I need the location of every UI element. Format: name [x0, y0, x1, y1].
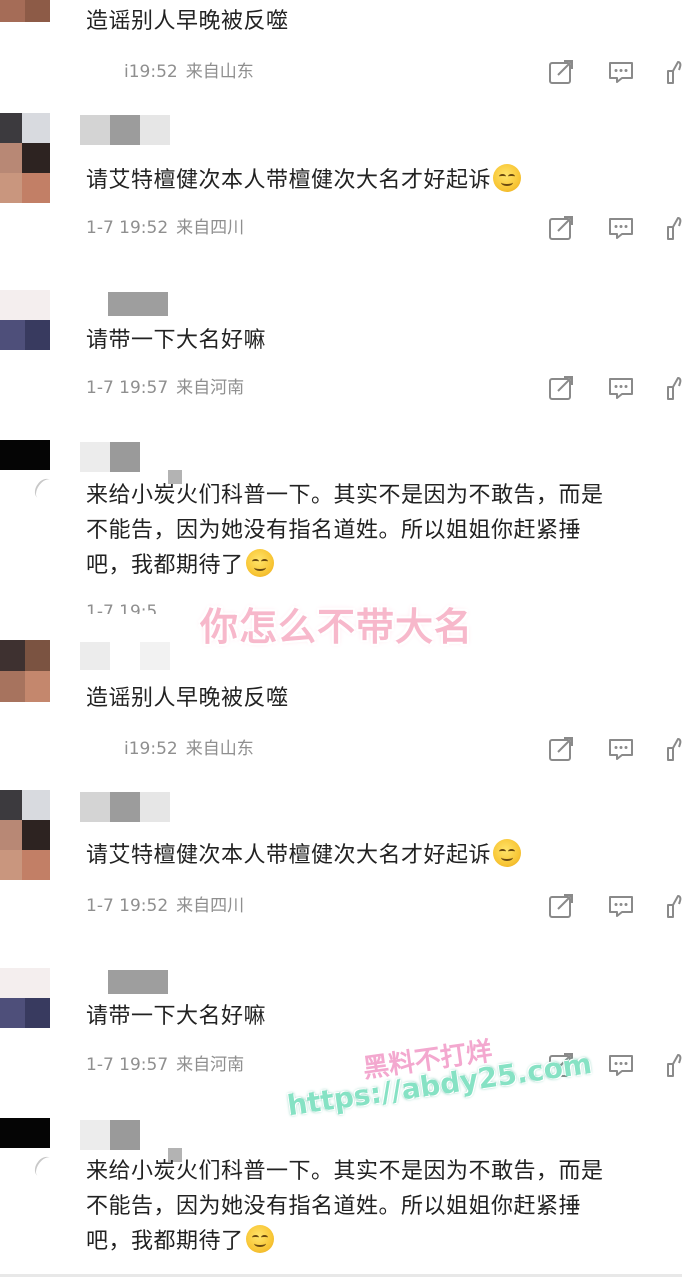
avatar[interactable]	[0, 113, 50, 203]
like-icon[interactable]	[666, 1052, 682, 1078]
comment-time: 1-7 19:57	[86, 378, 169, 398]
like-icon[interactable]	[666, 375, 682, 401]
smile-emoji-icon	[493, 164, 522, 192]
comment-meta: 1-7 19:57 来自河南	[86, 376, 252, 400]
weibo-comment-screen: { "comments": [ {"text_lines": ["造谣别人早晚被…	[0, 0, 682, 1280]
username-blurred[interactable]	[80, 792, 170, 822]
comment-time: 1-7 19:52	[86, 218, 169, 238]
comment-location: 来自山东	[185, 62, 254, 82]
comment-time: i19:52	[124, 739, 178, 759]
avatar[interactable]	[0, 640, 50, 702]
comment-time: i19:52	[124, 62, 178, 82]
comment-meta: 1-7 19:57 来自河南	[86, 1053, 252, 1077]
pink-caption-overlay: 你怎么不带大名	[200, 605, 474, 649]
username-blurred[interactable]	[80, 1120, 182, 1162]
avatar[interactable]	[0, 290, 50, 350]
comment-icon[interactable]	[608, 736, 634, 762]
share-icon[interactable]	[548, 215, 574, 241]
comment-location: 来自河南	[176, 378, 245, 398]
share-icon[interactable]	[548, 893, 574, 919]
comment-location: 来自河南	[176, 1055, 245, 1075]
comment-meta: 1-7 19:52 来自四川	[86, 894, 252, 918]
username-blurred[interactable]	[80, 292, 170, 316]
comment-icon[interactable]	[608, 215, 634, 241]
like-icon[interactable]	[666, 59, 682, 85]
share-icon[interactable]	[548, 375, 574, 401]
username-blurred[interactable]	[80, 642, 170, 670]
smile-emoji-icon	[245, 549, 274, 577]
like-icon[interactable]	[666, 893, 682, 919]
comment-text: 请带一下大名好嘛	[86, 328, 267, 353]
comment-time: 1-7 19:57	[86, 1055, 169, 1075]
smile-emoji-icon	[493, 839, 522, 867]
share-icon[interactable]	[548, 59, 574, 85]
share-icon[interactable]	[548, 736, 574, 762]
comment-icon[interactable]	[608, 893, 634, 919]
comment-icon[interactable]	[608, 375, 634, 401]
comment-text: 造谣别人早晚被反噬	[86, 9, 289, 34]
comment-text: 请艾特檀健次本人带檀健次大名才好起诉	[86, 163, 682, 198]
avatar[interactable]	[0, 440, 50, 470]
comment-text: 造谣别人早晚被反噬	[86, 686, 289, 711]
comment-location: 来自四川	[176, 218, 245, 238]
comment-icon[interactable]	[608, 1052, 634, 1078]
comment-meta: i19:52 来自山东	[124, 737, 262, 761]
comment-time: 1-7 19:5	[86, 602, 158, 614]
username-blurred[interactable]	[80, 115, 170, 145]
divider-mark	[31, 475, 57, 503]
username-blurred[interactable]	[80, 970, 170, 994]
comment-location: 来自山东	[185, 739, 254, 759]
avatar[interactable]	[0, 0, 50, 22]
comment-icon[interactable]	[608, 59, 634, 85]
like-icon[interactable]	[666, 215, 682, 241]
like-icon[interactable]	[666, 736, 682, 762]
comment-meta: 1-7 19:5	[86, 600, 165, 614]
comment-location: 来自四川	[176, 896, 245, 916]
comment-meta: 1-7 19:52 来自四川	[86, 216, 252, 240]
avatar[interactable]	[0, 790, 50, 880]
smile-emoji-icon	[245, 1225, 274, 1253]
comment-text: 请艾特檀健次本人带檀健次大名才好起诉	[86, 838, 682, 873]
bottom-divider	[0, 1274, 682, 1277]
comment-text: 请带一下大名好嘛	[86, 1004, 267, 1029]
divider-mark	[31, 1153, 57, 1181]
comment-time: 1-7 19:52	[86, 896, 169, 916]
comment-meta: i19:52 来自山东	[124, 60, 262, 84]
avatar[interactable]	[0, 968, 50, 1028]
comment-text: 来给小炭火们科普一下。其实不是因为不敢告，而是 不能告，因为她没有指名道姓。所以…	[86, 483, 604, 578]
username-blurred[interactable]	[80, 442, 182, 484]
avatar[interactable]	[0, 1118, 50, 1148]
comment-text: 来给小炭火们科普一下。其实不是因为不敢告，而是 不能告，因为她没有指名道姓。所以…	[86, 1159, 604, 1254]
